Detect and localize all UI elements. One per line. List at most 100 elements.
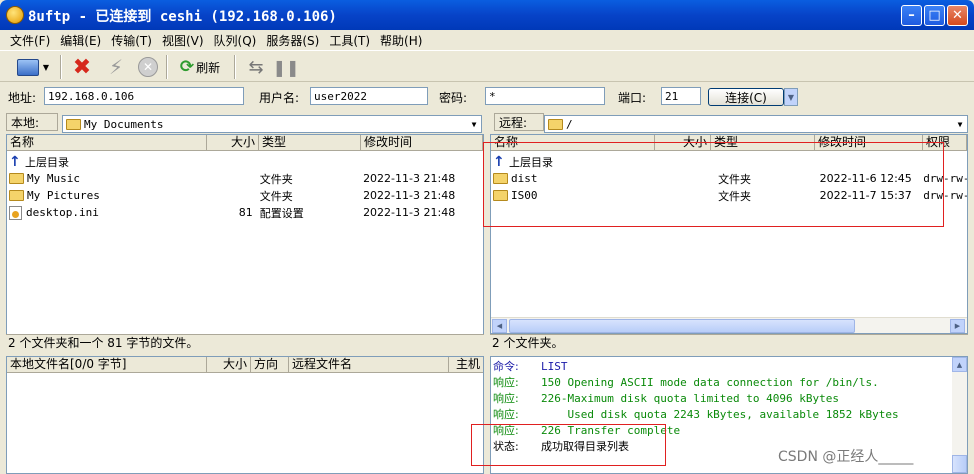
- log-line: 响应: 226-Maximum disk quota limited to 409…: [493, 391, 840, 406]
- file-type: 文件夹: [259, 189, 293, 203]
- file-modified: 2022-11-3 21:48: [363, 189, 456, 202]
- highlight-box: [471, 424, 666, 466]
- scroll-thumb[interactable]: [509, 319, 855, 333]
- highlight-box: [483, 142, 944, 227]
- up-arrow-icon: ↑: [9, 153, 21, 170]
- toolbar-separator: [166, 55, 168, 79]
- pictures-folder-icon: [9, 190, 24, 201]
- username-label: 用户名:: [259, 91, 300, 105]
- transfer-queue-list[interactable]: 本地文件名[0/0 字节] 大小 方向 远程文件名 主机: [6, 356, 484, 474]
- local-parent-label: 上层目录: [25, 155, 69, 169]
- local-pane-label: 本地:: [6, 113, 58, 131]
- address-label: 地址:: [8, 91, 37, 105]
- file-modified: 2022-11-3 21:48: [363, 206, 456, 219]
- local-header-cells: 名称 大小 类型 修改时间: [7, 135, 483, 151]
- file-name: desktop.ini: [26, 206, 99, 219]
- chevron-down-icon[interactable]: ▼: [467, 116, 481, 132]
- local-col-type[interactable]: 类型: [259, 135, 361, 151]
- local-path-value: My Documents: [84, 117, 164, 131]
- queue-col-remote-file[interactable]: 远程文件名: [289, 357, 449, 373]
- folder-icon: [548, 118, 563, 130]
- title-bar[interactable]: 8uftp - 已连接到 ceshi (192.168.0.106) – □ ✕: [0, 0, 974, 30]
- menu-transfer[interactable]: 传输(T): [111, 32, 162, 49]
- toolbar-separator: [234, 55, 236, 79]
- pause-icon: ❚❚: [272, 57, 300, 77]
- scroll-up-button[interactable]: ▲: [952, 357, 967, 372]
- local-col-modified[interactable]: 修改时间: [361, 135, 483, 151]
- local-col-name[interactable]: 名称: [7, 135, 207, 151]
- remote-horizontal-scrollbar[interactable]: ◀ ▶: [491, 317, 967, 333]
- connect-dropdown-button[interactable]: ▼: [784, 88, 798, 106]
- menu-view[interactable]: 视图(V): [162, 32, 214, 49]
- menu-bar: 文件(F) 编辑(E) 传输(T) 视图(V) 队列(Q) 服务器(S) 工具(…: [0, 30, 974, 50]
- table-row[interactable]: desktop.ini 81 配置设置 2022-11-3 21:48: [7, 204, 483, 221]
- close-button[interactable]: ✕: [947, 5, 968, 26]
- chevron-up-icon: ▲: [956, 360, 963, 369]
- local-file-list[interactable]: 名称 大小 类型 修改时间 ↑ 上层目录 My Music 文件夹 2022-1…: [6, 134, 484, 350]
- toolbar-separator: [60, 55, 62, 79]
- local-col-size[interactable]: 大小: [207, 135, 259, 151]
- file-name: My Music: [27, 172, 80, 185]
- computer-icon: [16, 58, 39, 76]
- address-input[interactable]: 192.168.0.106: [44, 87, 244, 105]
- chevron-right-icon: ▶: [954, 322, 961, 330]
- local-parent-dir-row[interactable]: ↑ 上层目录: [7, 153, 69, 170]
- file-modified: 2022-11-3 21:48: [363, 172, 456, 185]
- file-name: My Pictures: [27, 189, 100, 202]
- refresh-button[interactable]: ⟳ 刷新: [174, 55, 226, 79]
- connect-button[interactable]: 连接(C): [708, 88, 784, 106]
- site-manager-button[interactable]: ▼: [14, 55, 52, 79]
- password-label: 密码:: [439, 91, 468, 105]
- scroll-thumb[interactable]: [952, 455, 967, 473]
- chevron-down-icon: ▼: [787, 92, 795, 102]
- queue-column-header: 本地文件名[0/0 字节] 大小 方向 远程文件名 主机: [7, 357, 483, 373]
- menu-help[interactable]: 帮助(H): [380, 32, 432, 49]
- menu-tools[interactable]: 工具(T): [329, 32, 380, 49]
- menu-file[interactable]: 文件(F): [10, 32, 60, 49]
- scroll-left-button[interactable]: ◀: [492, 319, 507, 333]
- password-input[interactable]: *: [485, 87, 605, 105]
- close-icon: ✕: [952, 8, 963, 23]
- stop-icon: ✕: [138, 57, 158, 77]
- log-vertical-scrollbar[interactable]: ▲: [952, 357, 967, 473]
- file-size: 81: [238, 206, 253, 219]
- table-row[interactable]: My Music 文件夹 2022-11-3 21:48: [7, 170, 483, 187]
- scroll-right-button[interactable]: ▶: [950, 319, 965, 333]
- red-x-icon: ✖: [72, 54, 92, 80]
- remote-pane-label: 远程:: [494, 113, 544, 131]
- remote-status-bar: 2 个文件夹。: [490, 334, 968, 350]
- folder-icon: [66, 118, 81, 130]
- sync-browse-button[interactable]: ⇆: [242, 55, 270, 79]
- watermark: CSDN @正经人_____: [778, 449, 914, 465]
- queue-col-host[interactable]: 主机: [449, 357, 483, 373]
- menu-queue[interactable]: 队列(Q): [214, 32, 267, 49]
- queue-col-direction[interactable]: 方向: [251, 357, 289, 373]
- file-type: 文件夹: [259, 172, 293, 186]
- remote-path-value: /: [566, 117, 573, 131]
- log-line: 命令: LIST: [493, 359, 568, 374]
- minimize-icon: –: [908, 8, 915, 23]
- log-line: 响应: Used disk quota 2243 kBytes, availab…: [493, 407, 899, 422]
- chevron-down-icon[interactable]: ▼: [953, 116, 967, 132]
- username-input[interactable]: user2022: [310, 87, 428, 105]
- music-folder-icon: [9, 173, 24, 184]
- file-type: 配置设置: [259, 206, 304, 220]
- queue-col-size[interactable]: 大小: [207, 357, 251, 373]
- maximize-icon: □: [928, 8, 941, 23]
- menu-server[interactable]: 服务器(S): [266, 32, 329, 49]
- table-row[interactable]: My Pictures 文件夹 2022-11-3 21:48: [7, 187, 483, 204]
- remote-path-select[interactable]: / ▼: [544, 115, 968, 133]
- sync-icon: ⇆: [248, 56, 264, 78]
- port-input[interactable]: 21: [661, 87, 701, 105]
- queue-col-local-file[interactable]: 本地文件名[0/0 字节]: [7, 357, 207, 373]
- settings-file-icon: [9, 205, 22, 220]
- pause-button[interactable]: ❚❚: [272, 55, 300, 79]
- stop-button[interactable]: ✕: [134, 55, 162, 79]
- disconnect-button[interactable]: ✖: [68, 54, 96, 80]
- reconnect-button[interactable]: ⚡: [102, 55, 130, 79]
- refresh-label: 刷新: [196, 60, 221, 75]
- minimize-button[interactable]: –: [901, 5, 922, 26]
- local-path-select[interactable]: My Documents ▼: [62, 115, 482, 133]
- menu-edit[interactable]: 编辑(E): [60, 32, 111, 49]
- maximize-button[interactable]: □: [924, 5, 945, 26]
